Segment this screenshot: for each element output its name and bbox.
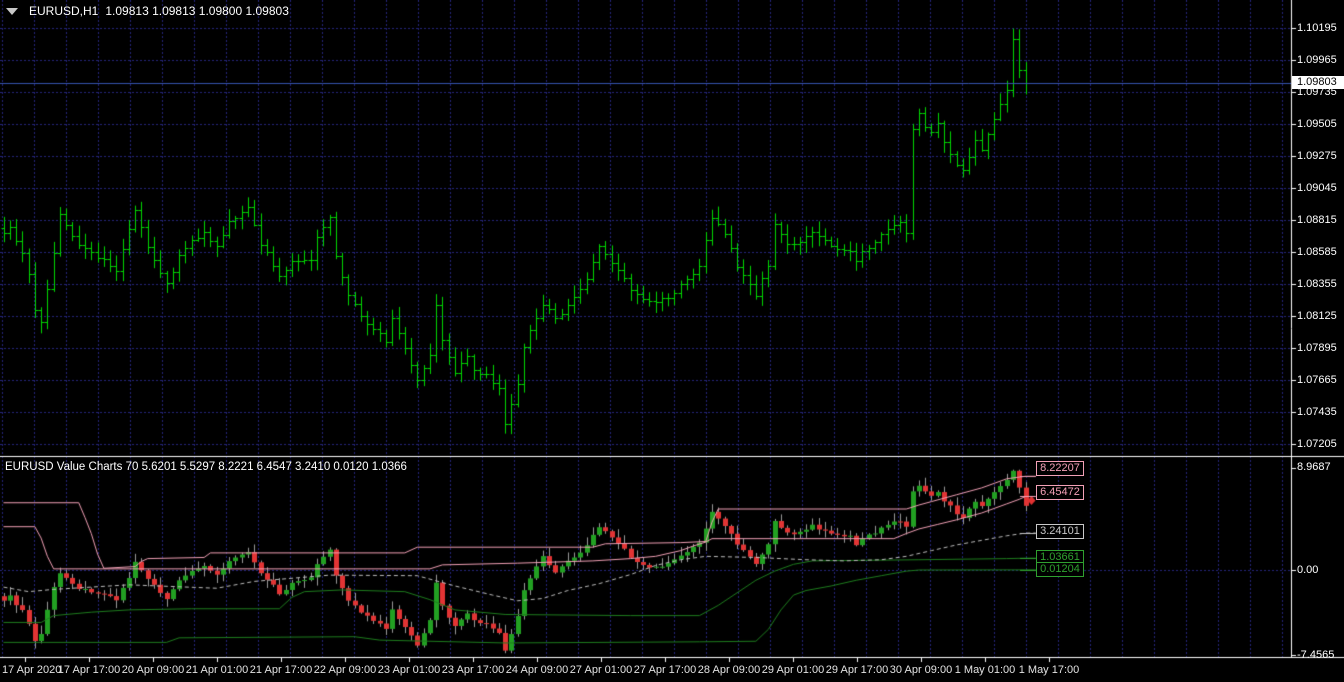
time-axis-label: 20 Apr 09:00 (121, 664, 185, 676)
price-axis-label: 1.07665 (1297, 373, 1337, 386)
indicator-axis-label: 0.00 (1297, 563, 1319, 576)
time-axis-label: 21 Apr 17:00 (249, 664, 313, 676)
price-axis-label: 1.08125 (1297, 309, 1337, 322)
price-axis-label: 1.08355 (1297, 277, 1337, 290)
time-axis-label: 29 Apr 01:00 (761, 664, 825, 676)
price-axis-label: 1.08815 (1297, 213, 1337, 226)
indicator-axis-label: 8.9687 (1297, 461, 1331, 474)
price-axis-label: 1.09275 (1297, 149, 1337, 162)
price-axis-label: 1.07895 (1297, 341, 1337, 354)
time-axis-label: 17 Apr 2020 (2, 664, 62, 676)
indicator-line-value-box: 0.01204 (1036, 562, 1084, 578)
time-axis-label: 21 Apr 01:00 (185, 664, 249, 676)
time-axis-label: 23 Apr 17:00 (441, 664, 505, 676)
mt4-chart-window: EURUSD,H1 1.09813 1.09813 1.09800 1.0980… (0, 0, 1344, 682)
chart-canvas[interactable] (0, 0, 1344, 682)
indicator-header: EURUSD Value Charts 70 5.6201 5.5297 8.2… (5, 461, 407, 473)
price-axis-label: 1.07205 (1297, 437, 1337, 450)
ohlc-quote-label: 1.09813 1.09813 1.09800 1.09803 (105, 4, 289, 18)
indicator-line-value-box: 3.24101 (1036, 523, 1084, 539)
time-axis-label: 22 Apr 09:00 (313, 664, 377, 676)
time-axis-label: 23 Apr 01:00 (377, 664, 441, 676)
time-axis-label: 27 Apr 01:00 (569, 664, 633, 676)
time-axis-label: 30 Apr 09:00 (889, 664, 953, 676)
time-axis-label: 1 May 17:00 (1018, 664, 1080, 676)
symbol-dropdown-icon[interactable] (6, 7, 18, 15)
time-axis-label: 29 Apr 17:00 (825, 664, 889, 676)
time-axis-label: 17 Apr 17:00 (57, 664, 121, 676)
price-axis-label: 1.09965 (1297, 53, 1337, 66)
indicator-line-value-box: 6.45472 (1036, 484, 1084, 500)
time-axis-label: 27 Apr 17:00 (633, 664, 697, 676)
time-axis-label: 28 Apr 09:00 (697, 664, 761, 676)
price-axis-label: 1.08585 (1297, 245, 1337, 258)
price-axis-label: 1.09045 (1297, 181, 1337, 194)
price-axis-label: 1.10195 (1297, 21, 1337, 34)
price-axis-label: 1.09505 (1297, 117, 1337, 130)
price-axis-label: 1.07435 (1297, 405, 1337, 418)
indicator-axis-label: -7.4565 (1297, 648, 1335, 661)
current-price-label: 1.09803 (1292, 76, 1344, 90)
symbol-period-label: EURUSD,H1 (29, 4, 99, 18)
time-axis-label: 24 Apr 09:00 (505, 664, 569, 676)
time-axis-label: 1 May 01:00 (954, 664, 1016, 676)
indicator-line-value-box: 8.22207 (1036, 460, 1084, 476)
chart-header: EURUSD,H1 1.09813 1.09813 1.09800 1.0980… (6, 4, 289, 18)
